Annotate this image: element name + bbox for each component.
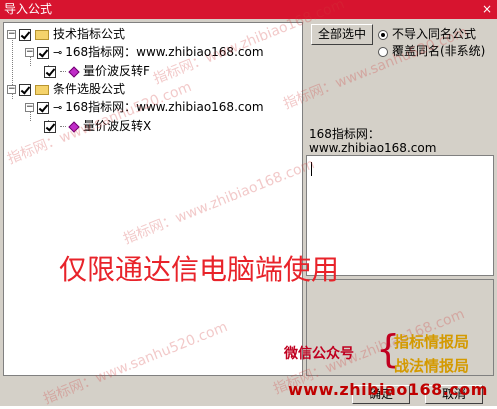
promo-line-2: 战法情报局 — [394, 357, 470, 375]
tree-item-tech-formulas[interactable]: − 技术指标公式 — [7, 26, 125, 42]
tree-item-formula-f[interactable]: 量价波反转F — [44, 63, 150, 79]
usage-banner: 仅限通达信电脑端使用 — [59, 253, 340, 286]
select-all-button[interactable]: 全部选中 — [311, 24, 373, 45]
formula-f-checkbox[interactable] — [44, 65, 56, 78]
collapse-icon[interactable]: − — [25, 48, 34, 57]
tech-site-checkbox[interactable] — [37, 46, 49, 59]
formula-icon — [68, 65, 80, 78]
screen-site-checkbox[interactable] — [37, 101, 49, 114]
screen-formulas-checkbox[interactable] — [19, 83, 31, 96]
collapse-icon[interactable]: − — [25, 103, 34, 112]
folder-icon — [35, 84, 49, 95]
tree-item-label: 条件选股公式 — [53, 82, 126, 96]
folder-icon — [35, 29, 49, 40]
promo-line-1: 指标情报局 — [394, 333, 470, 351]
site-url: www.zhibiao168.com — [288, 380, 488, 399]
tree-item-label: 量价波反转F — [83, 64, 150, 78]
wechat-label: 微信公众号 — [284, 346, 354, 362]
tree-item-label: 技术指标公式 — [53, 27, 126, 41]
window-title: 导入公式 — [4, 2, 53, 16]
collapse-icon[interactable]: − — [7, 85, 16, 94]
key-icon: ⊸ — [53, 100, 63, 114]
formula-info-label: 168指标网：www.zhibiao168.com — [309, 127, 437, 153]
tree-item-screen-formulas[interactable]: − 条件选股公式 — [7, 81, 125, 97]
title-bar: 导入公式 × — [0, 0, 497, 19]
radio-selected-icon[interactable] — [378, 29, 388, 40]
key-icon: ⊸ — [53, 45, 63, 59]
close-button[interactable]: × — [480, 2, 494, 16]
tree-connector — [60, 71, 66, 72]
collapse-icon[interactable]: − — [7, 30, 16, 39]
tech-formulas-checkbox[interactable] — [19, 28, 31, 41]
